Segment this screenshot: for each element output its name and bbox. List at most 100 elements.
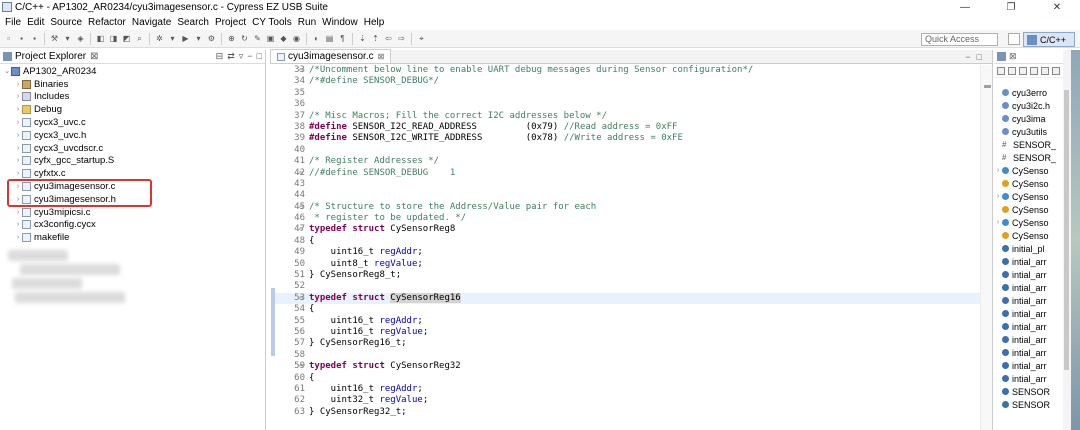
code-area[interactable]: 33 ⊖/*Uncomment below line to enable UART… <box>275 65 986 430</box>
save-all-icon[interactable]: ▪ <box>29 33 40 44</box>
fold-icon[interactable]: ⊖ <box>299 293 303 304</box>
fold-icon[interactable]: ⊖ <box>299 224 303 235</box>
outline-item[interactable]: cyu3utils <box>994 125 1064 138</box>
outline-item[interactable]: CySenso <box>994 229 1064 242</box>
new-project-icon[interactable]: ◧ <box>95 33 106 44</box>
perspective-cpp-button[interactable]: C/C++ <box>1023 32 1075 47</box>
chevron-right-icon[interactable]: › <box>994 167 1002 174</box>
tree-item[interactable]: › Binaries <box>0 78 265 91</box>
tree-item[interactable]: › cycx3_uvcdscr.c <box>0 142 265 155</box>
menu-cy-tools[interactable]: CY Tools <box>249 17 295 28</box>
outline-item[interactable]: SENSOR <box>994 385 1064 398</box>
pin-editor-icon[interactable]: ⌖ <box>416 33 427 44</box>
open-type-icon[interactable]: ◩ <box>121 33 132 44</box>
outline-tab[interactable]: ⊠ <box>994 50 1064 64</box>
outline-item[interactable]: cyu3erro <box>994 86 1064 99</box>
whitespace-icon[interactable]: ¶ <box>337 33 348 44</box>
outline-item[interactable]: intial_arr <box>994 346 1064 359</box>
chevron-right-icon[interactable]: › <box>14 119 22 126</box>
chevron-right-icon[interactable]: › <box>14 145 22 152</box>
chevron-right-icon[interactable]: › <box>14 209 22 216</box>
outline-item[interactable]: cyu3i2c.h <box>994 99 1064 112</box>
refresh-icon[interactable]: ↻ <box>239 33 250 44</box>
project-explorer-tab[interactable]: Project Explorer ⊠ ⊟ ⇄ ▿ − □ <box>0 50 265 64</box>
menu-search[interactable]: Search <box>174 17 212 28</box>
outline-item[interactable]: SENSOR <box>994 398 1064 411</box>
tab-close-icon[interactable]: ⊠ <box>90 51 98 62</box>
outline-item[interactable]: CySenso <box>994 203 1064 216</box>
tree-item[interactable]: › cyu3mipicsi.c <box>0 206 265 219</box>
outline-item[interactable]: › CySenso <box>994 216 1064 229</box>
editor-tab-cyu3imagesensor[interactable]: cyu3imagesensor.c ⊠ <box>270 49 392 63</box>
terminal-icon[interactable]: ▣ <box>265 33 276 44</box>
outline-item[interactable]: › CySenso <box>994 164 1064 177</box>
save-icon[interactable]: ▪ <box>16 33 27 44</box>
fold-icon[interactable]: ⊖ <box>299 65 303 76</box>
outline-item[interactable]: # SENSOR_ <box>994 138 1064 151</box>
close-tab-icon[interactable]: ⊠ <box>378 52 385 61</box>
outline-scrollbar[interactable] <box>1063 50 1071 430</box>
chevron-right-icon[interactable]: › <box>14 221 22 228</box>
link-editor-icon[interactable]: ⇄ <box>227 51 235 62</box>
minimize-view-icon[interactable]: − <box>247 51 252 62</box>
tool-icon[interactable]: ✎ <box>252 33 263 44</box>
close-button[interactable]: ✕ <box>1034 0 1080 14</box>
outline-item[interactable]: intial_arr <box>994 281 1064 294</box>
flash-icon[interactable]: ◆ <box>278 33 289 44</box>
prev-annotation-icon[interactable]: ⇡ <box>370 33 381 44</box>
clean-icon[interactable]: ◈ <box>75 33 86 44</box>
chevron-right-icon[interactable]: › <box>14 170 22 177</box>
chevron-right-icon[interactable]: › <box>14 81 22 88</box>
chevron-down-icon[interactable]: ⌄ <box>3 67 11 75</box>
chevron-right-icon[interactable]: › <box>14 93 22 100</box>
chevron-right-icon[interactable]: › <box>14 106 22 113</box>
outline-item[interactable]: intial_arr <box>994 372 1064 385</box>
new-icon[interactable]: ▫ <box>3 33 14 44</box>
outline-item[interactable]: intial_arr <box>994 320 1064 333</box>
maximize-view-icon[interactable]: □ <box>977 52 982 62</box>
outline-item[interactable]: intial_arr <box>994 359 1064 372</box>
tree-item[interactable]: › Includes <box>0 91 265 104</box>
build-icon[interactable]: ⚒ <box>49 33 60 44</box>
external-tools-icon[interactable]: ⚙ <box>206 33 217 44</box>
tree-item[interactable]: ⌄ AP1302_AR0234 <box>0 65 265 78</box>
open-file-icon[interactable]: ◨ <box>108 33 119 44</box>
group-includes-icon[interactable] <box>1041 66 1049 75</box>
fold-icon[interactable]: ⊖ <box>299 168 303 179</box>
hide-fields-icon[interactable] <box>1008 66 1016 75</box>
search-icon[interactable]: ⌕ <box>134 33 145 44</box>
back-icon[interactable]: ⇦ <box>383 33 394 44</box>
outline-item[interactable]: cyu3ima <box>994 112 1064 125</box>
outline-item[interactable]: intial_arr <box>994 333 1064 346</box>
menu-help[interactable]: Help <box>361 17 388 28</box>
build-dropdown-icon[interactable]: ▾ <box>62 33 73 44</box>
chevron-right-icon[interactable]: › <box>994 193 1002 200</box>
program-icon[interactable]: ◉ <box>291 33 302 44</box>
overview-ruler[interactable] <box>980 65 992 430</box>
menu-source[interactable]: Source <box>47 17 85 28</box>
outline-item[interactable]: › CySenso <box>994 190 1064 203</box>
menu-project[interactable]: Project <box>212 17 249 28</box>
menu-refactor[interactable]: Refactor <box>85 17 129 28</box>
outline-item[interactable]: intial_arr <box>994 268 1064 281</box>
outline-item[interactable]: initial_pl <box>994 242 1064 255</box>
add-icon[interactable]: ⊕ <box>226 33 237 44</box>
chevron-right-icon[interactable]: › <box>994 219 1002 226</box>
chevron-right-icon[interactable]: › <box>14 132 22 139</box>
tree-item[interactable]: › Debug <box>0 103 265 116</box>
chevron-right-icon[interactable]: › <box>14 157 22 164</box>
next-annotation-icon[interactable]: ⇣ <box>357 33 368 44</box>
quick-access-input[interactable]: Quick Access <box>921 33 998 46</box>
minimize-view-icon[interactable]: − <box>965 52 970 62</box>
tab-close-icon[interactable]: ⊠ <box>1009 51 1017 62</box>
outline-item[interactable]: intial_arr <box>994 255 1064 268</box>
tree-item[interactable]: › cx3config.cycx <box>0 219 265 232</box>
menu-file[interactable]: File <box>2 17 24 28</box>
menu-window[interactable]: Window <box>319 17 361 28</box>
scrollbar-thumb[interactable] <box>1064 90 1069 370</box>
outline-item[interactable]: intial_arr <box>994 294 1064 307</box>
outline-item[interactable]: intial_arr <box>994 307 1064 320</box>
outline-item[interactable]: CySenso <box>994 177 1064 190</box>
run-dropdown-icon[interactable]: ▾ <box>193 33 204 44</box>
menu-run[interactable]: Run <box>295 17 319 28</box>
